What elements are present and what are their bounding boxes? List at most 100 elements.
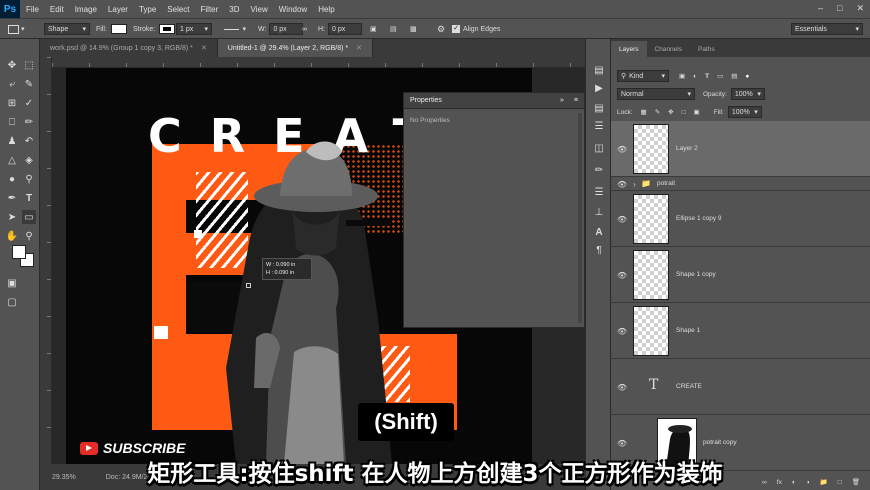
- libraries-icon[interactable]: ◫: [592, 141, 606, 155]
- quick-mask-icon[interactable]: ▣: [5, 276, 19, 290]
- paragraph-icon[interactable]: ¶: [592, 243, 606, 257]
- lock-artboard-icon[interactable]: □: [682, 109, 686, 116]
- tab-work-psd[interactable]: work.psd @ 14.9% (Group 1 copy 3, RGB/8)…: [40, 39, 218, 57]
- layer-row-layer-2[interactable]: 👁 Layer 2: [611, 121, 870, 177]
- layer-row-ellipse-1-copy-9[interactable]: 👁 Ellipse 1 copy 9: [611, 191, 870, 247]
- menu-view[interactable]: View: [251, 5, 268, 14]
- filter-shape-icon[interactable]: ▭: [717, 72, 723, 80]
- close-icon[interactable]: ✕: [356, 44, 362, 52]
- layer-name[interactable]: potrait copy: [703, 439, 737, 446]
- menu-image[interactable]: Image: [75, 5, 97, 14]
- menu-window[interactable]: Window: [279, 5, 307, 14]
- rectangle-tool-icon[interactable]: ▭: [22, 210, 36, 224]
- blend-mode-select[interactable]: Normal ▾: [617, 88, 695, 100]
- collapse-icon[interactable]: »: [560, 97, 564, 104]
- fill-field[interactable]: 100% ▾: [727, 106, 762, 118]
- panel-menu-icon[interactable]: ≡: [574, 97, 578, 104]
- workspace-select[interactable]: Essentials ▾: [791, 23, 863, 35]
- menu-file[interactable]: File: [26, 5, 39, 14]
- minimize-icon[interactable]: –: [818, 3, 823, 14]
- chevron-right-icon[interactable]: ›: [633, 180, 636, 189]
- opacity-field[interactable]: 100% ▾: [730, 88, 765, 100]
- paths-icon[interactable]: ☰: [592, 185, 606, 199]
- layer-name[interactable]: Layer 2: [676, 145, 698, 152]
- clone-stamp-tool-icon[interactable]: ♟: [5, 134, 19, 148]
- visibility-eye-icon[interactable]: 👁: [617, 383, 627, 392]
- visibility-eye-icon[interactable]: 👁: [617, 180, 627, 189]
- mode-select[interactable]: Shape ▾: [44, 23, 90, 35]
- healing-brush-tool-icon[interactable]: ⎕: [5, 115, 19, 129]
- glyphs-icon[interactable]: ⊥: [592, 205, 606, 219]
- dodge-tool-icon[interactable]: ⚲: [22, 172, 36, 186]
- lock-transparency-icon[interactable]: ▦: [641, 108, 647, 116]
- layer-row-shape-1[interactable]: 👁 Shape 1: [611, 303, 870, 359]
- width-field[interactable]: 0 px: [269, 23, 304, 35]
- lock-all-icon[interactable]: ▣: [694, 108, 700, 116]
- filter-pixel-icon[interactable]: ▣: [679, 72, 685, 80]
- settings-gear-icon[interactable]: ⚙: [437, 23, 445, 35]
- layer-row-shape-1-copy[interactable]: 👁 Shape 1 copy: [611, 247, 870, 303]
- menu-help[interactable]: Help: [318, 5, 334, 14]
- layer-name[interactable]: Shape 1: [676, 327, 700, 334]
- visibility-eye-icon[interactable]: 👁: [617, 145, 627, 154]
- visibility-eye-icon[interactable]: 👁: [617, 215, 627, 224]
- layer-name[interactable]: Shape 1 copy: [676, 271, 716, 278]
- align-edges-checkbox[interactable]: ✓: [452, 25, 460, 33]
- properties-icon[interactable]: ☰: [592, 119, 606, 133]
- actions-play-icon[interactable]: ▶: [592, 81, 606, 95]
- stroke-type-select[interactable]: ▾: [220, 23, 250, 35]
- layer-row-create-text[interactable]: 👁 T CREATE: [611, 359, 870, 415]
- tab-paths[interactable]: Paths: [690, 41, 723, 57]
- menu-layer[interactable]: Layer: [108, 5, 128, 14]
- adjustments-icon[interactable]: ▤: [592, 101, 606, 115]
- stroke-swatch[interactable]: [159, 24, 176, 34]
- layer-name[interactable]: potrait: [657, 180, 675, 187]
- link-icon[interactable]: ∞: [302, 23, 307, 35]
- tool-preset-icon[interactable]: ▾: [8, 23, 25, 35]
- layer-name[interactable]: Ellipse 1 copy 9: [676, 215, 722, 222]
- path-alignment-icon[interactable]: ▤: [390, 23, 397, 35]
- type-tool-icon[interactable]: T: [22, 191, 36, 205]
- new-layer-icon[interactable]: □: [838, 479, 842, 486]
- stroke-width-field[interactable]: 1 px ▾: [176, 23, 212, 35]
- paint-bucket-tool-icon[interactable]: ◈: [22, 153, 36, 167]
- eyedropper-tool-icon[interactable]: ✓: [22, 96, 36, 110]
- pen-tool-icon[interactable]: ✒: [5, 191, 19, 205]
- properties-scrollbar[interactable]: [578, 113, 582, 323]
- hand-tool-icon[interactable]: ✋: [5, 229, 19, 243]
- tab-untitled-1[interactable]: Untitled-1 @ 29.4% (Layer 2, RGB/8) * ✕: [217, 39, 373, 57]
- zoom-tool-icon[interactable]: ⚲: [22, 229, 36, 243]
- path-operations-icon[interactable]: ▣: [370, 23, 377, 35]
- height-field[interactable]: 0 px: [328, 23, 362, 35]
- screen-mode-icon[interactable]: ▢: [5, 295, 19, 309]
- foreground-color-swatch[interactable]: [12, 245, 26, 259]
- lasso-tool-icon[interactable]: ⤶: [5, 77, 19, 91]
- character-icon[interactable]: A: [592, 225, 606, 239]
- path-selection-tool-icon[interactable]: ➤: [5, 210, 19, 224]
- tab-channels[interactable]: Channels: [647, 41, 690, 57]
- crop-tool-icon[interactable]: ⊞: [5, 96, 19, 110]
- move-tool-icon[interactable]: ✥: [5, 58, 19, 72]
- eraser-tool-icon[interactable]: △: [5, 153, 19, 167]
- history-brush-tool-icon[interactable]: ↶: [22, 134, 36, 148]
- visibility-eye-icon[interactable]: 👁: [617, 271, 627, 280]
- lock-image-icon[interactable]: ✎: [655, 108, 660, 116]
- menu-filter[interactable]: Filter: [201, 5, 219, 14]
- maximize-icon[interactable]: □: [837, 3, 842, 14]
- menu-3d[interactable]: 3D: [229, 5, 239, 14]
- tab-layers[interactable]: Layers: [611, 41, 647, 57]
- filter-smart-object-icon[interactable]: ▤: [731, 72, 737, 80]
- brush-panel-icon[interactable]: ✏: [592, 163, 606, 177]
- marquee-tool-icon[interactable]: ⬚: [22, 58, 36, 72]
- brush-tool-icon[interactable]: ✏: [22, 115, 36, 129]
- filter-toggle-icon[interactable]: ●: [745, 73, 749, 80]
- close-icon[interactable]: ✕: [856, 3, 864, 14]
- layer-filter-select[interactable]: ⚲ Kind ▾: [617, 70, 669, 82]
- layer-name[interactable]: CREATE: [676, 383, 702, 390]
- history-icon[interactable]: ▤: [592, 63, 606, 77]
- delete-layer-icon[interactable]: 🗑: [852, 478, 860, 486]
- layer-row-potrait-group[interactable]: 👁 › 📁 potrait: [611, 177, 870, 191]
- quick-selection-tool-icon[interactable]: ✎: [22, 77, 36, 91]
- blur-tool-icon[interactable]: ●: [5, 172, 19, 186]
- menu-type[interactable]: Type: [139, 5, 156, 14]
